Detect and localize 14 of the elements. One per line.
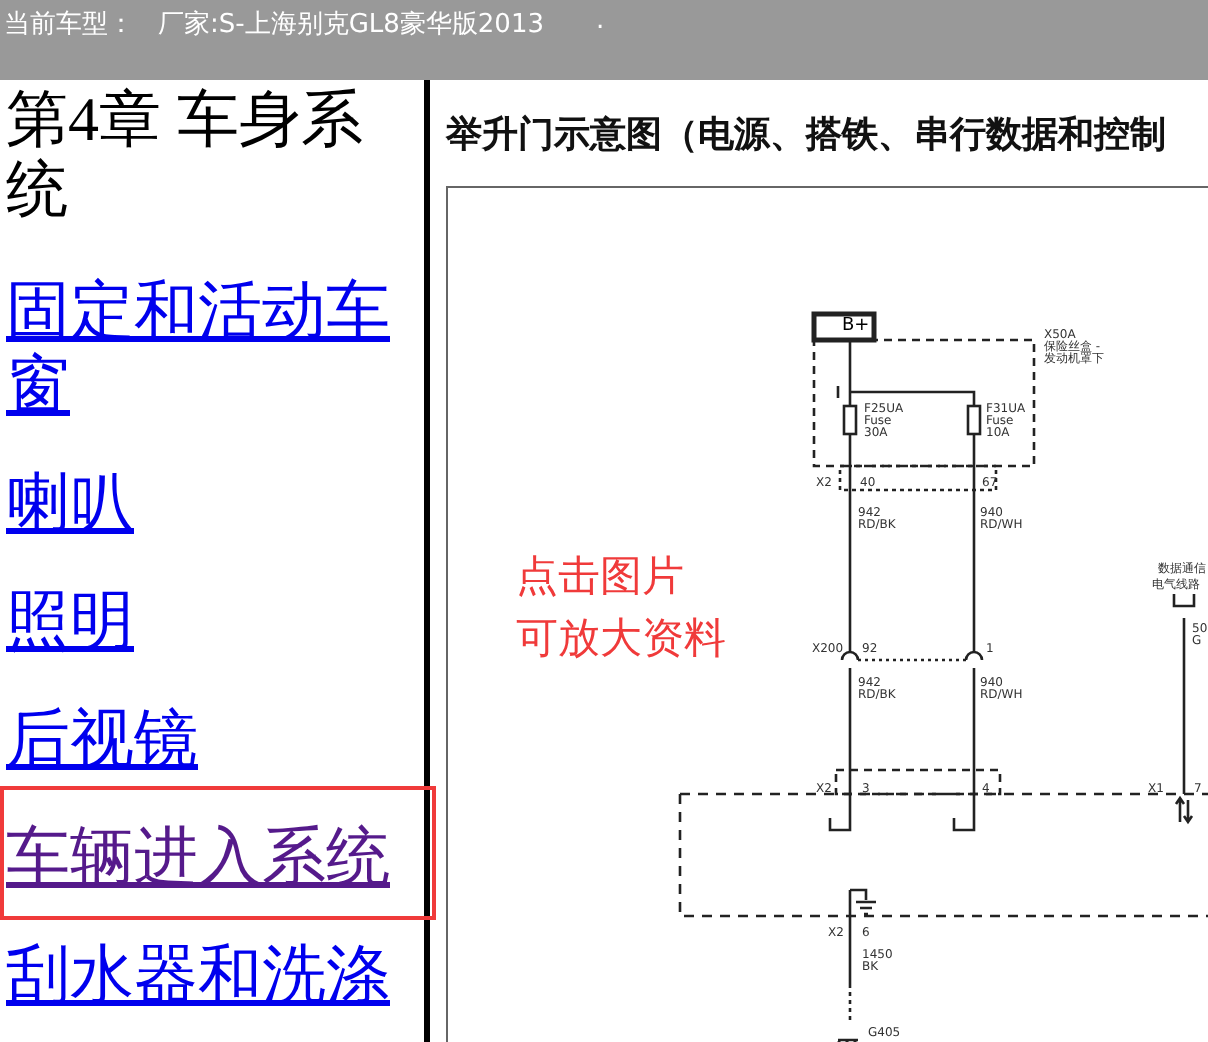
nav-link[interactable]: 照明: [6, 584, 406, 658]
nav-link[interactable]: 固定和活动车窗: [6, 274, 406, 422]
zoom-hint-text: 可放大资料: [516, 612, 726, 666]
chapter-heading: 第4章 车身系统: [6, 84, 365, 224]
vehicle-name: 厂家:S-上海别克GL8豪华版2013: [158, 8, 544, 42]
nav-link[interactable]: 喇叭: [6, 466, 406, 540]
nav-link[interactable]: 刮水器和洗涤: [6, 938, 406, 1012]
zoom-hint-text: 点击图片: [516, 550, 684, 604]
vehicle-label: 当前车型：: [4, 8, 134, 42]
header-mark: .: [596, 6, 605, 36]
diagram-title: 举升门示意图（电源、搭铁、串行数据和控制: [446, 111, 1168, 159]
nav-link[interactable]: 后视镜: [6, 702, 406, 776]
diagram-label: B+: [842, 316, 870, 336]
nav-link[interactable]: 车辆进入系统: [6, 820, 406, 894]
